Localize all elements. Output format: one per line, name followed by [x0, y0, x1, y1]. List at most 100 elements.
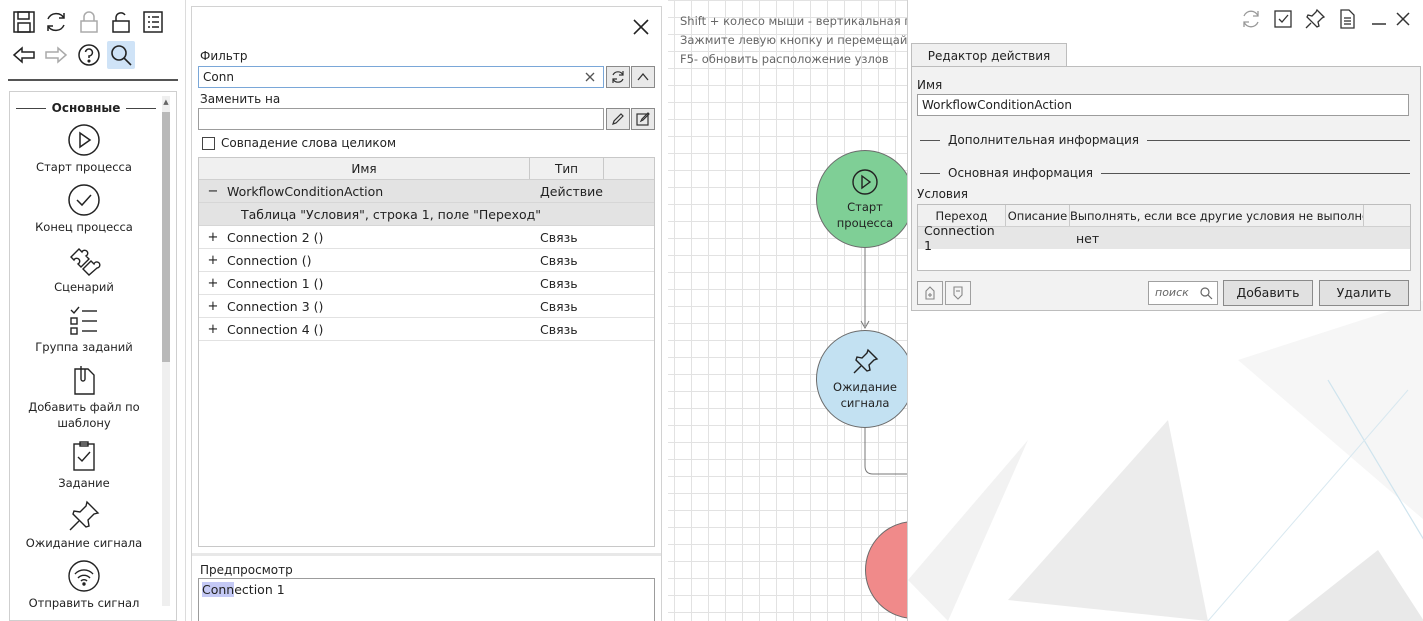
checkbox-box[interactable] — [202, 136, 215, 150]
column-header-name[interactable]: Имя — [199, 158, 530, 179]
refresh-icon — [612, 71, 624, 83]
document-icon[interactable] — [1336, 8, 1358, 30]
conditions-search-input[interactable]: поиск — [1148, 281, 1218, 305]
properties-panel: Редактор действия Имя WorkflowConditionA… — [907, 0, 1423, 621]
wifi-signal-icon — [66, 558, 102, 594]
check-circle-icon — [66, 182, 102, 218]
column-header-type[interactable]: Тип — [530, 158, 604, 179]
list-icon[interactable] — [139, 8, 167, 36]
palette-header-label: Основные — [51, 101, 121, 115]
toolbar-divider — [8, 79, 178, 81]
minimize-icon[interactable] — [1368, 8, 1390, 30]
palette-item-task[interactable]: Задание — [14, 438, 154, 491]
group-extra-info[interactable]: Дополнительная информация — [920, 133, 1410, 147]
delete-button[interactable]: Удалить — [1319, 280, 1409, 306]
row-type: Связь — [540, 321, 578, 337]
palette-item-task-group[interactable]: Группа заданий — [14, 302, 154, 355]
scroll-up-arrow-icon[interactable]: ▲ — [162, 96, 170, 108]
table-row[interactable]: + Connection 2 () Связь — [199, 226, 654, 249]
attach-file-icon — [66, 362, 102, 398]
back-arrow-icon[interactable] — [10, 41, 38, 69]
close-icon[interactable] — [629, 15, 653, 39]
pin-icon — [66, 498, 102, 534]
replace-all-button[interactable] — [631, 108, 655, 130]
palette-item-label: Отправить сигнал — [28, 596, 140, 610]
node-start-process[interactable]: Старт процесса — [816, 150, 908, 248]
forward-arrow-icon[interactable] — [42, 41, 70, 69]
group-main-info[interactable]: Основная информация — [920, 166, 1410, 180]
row-name: Connection 1 () — [227, 275, 324, 291]
close-icon[interactable] — [1392, 8, 1414, 30]
palette-item-send-signal[interactable]: Отправить сигнал — [14, 558, 154, 611]
insert-above-icon — [925, 286, 935, 300]
expand-toggle[interactable]: + — [199, 230, 227, 245]
preview-text: ection 1 — [234, 582, 285, 597]
table-row[interactable]: + Connection 1 () Связь — [199, 272, 654, 295]
left-toolbar: Основные Старт процесса Конец процесса С… — [0, 0, 186, 621]
save-icon[interactable] — [10, 8, 38, 36]
action-editor: Имя WorkflowConditionAction Дополнительн… — [911, 66, 1421, 311]
row-name: Connection 2 () — [227, 229, 324, 245]
preview-label: Предпросмотр — [200, 563, 293, 577]
palette-item-add-file[interactable]: Добавить файл по шаблону — [14, 362, 154, 431]
palette-item-end[interactable]: Конец процесса — [14, 182, 154, 235]
filter-input-value: Conn — [203, 70, 234, 84]
table-row[interactable]: − WorkflowConditionAction Действие — [199, 180, 654, 203]
row-type: Связь — [540, 275, 578, 291]
clear-icon[interactable] — [583, 70, 597, 84]
find-previous-button[interactable] — [631, 66, 655, 88]
workflow-canvas[interactable]: Shift + колесо мыши - вертикальная про З… — [668, 0, 908, 621]
play-circle-icon — [66, 122, 102, 158]
unlock-icon[interactable] — [107, 8, 135, 36]
connection-wait-next[interactable] — [864, 428, 908, 475]
expand-toggle[interactable]: + — [199, 322, 227, 337]
table-row[interactable]: + Connection 3 () Связь — [199, 295, 654, 318]
column-header-otherwise[interactable]: Выполнять, если все другие условия не вы… — [1070, 205, 1364, 226]
find-refresh-button[interactable] — [606, 66, 630, 88]
pencil-icon — [612, 113, 624, 125]
table-row[interactable]: Connection 1 нет — [918, 223, 1410, 253]
palette-item-wait-signal[interactable]: Ожидание сигнала — [14, 498, 154, 551]
tab-action-editor[interactable]: Редактор действия — [911, 43, 1067, 67]
help-icon[interactable] — [75, 41, 103, 69]
expand-toggle[interactable]: + — [199, 299, 227, 314]
expand-toggle[interactable]: + — [199, 276, 227, 291]
pin-icon[interactable] — [1304, 8, 1326, 30]
add-button[interactable]: Добавить — [1223, 280, 1313, 306]
filter-input[interactable]: Conn — [198, 66, 604, 88]
name-input[interactable]: WorkflowConditionAction — [917, 94, 1409, 116]
search-placeholder: поиск — [1155, 286, 1189, 299]
conditions-table: Переход Описание Выполнять, если все дру… — [917, 204, 1411, 271]
cell-otherwise: нет — [1076, 230, 1100, 246]
palette-item-label: Старт процесса — [36, 160, 132, 174]
node-wait-signal[interactable]: Ожидание сигнала — [816, 330, 908, 428]
chevron-up-icon — [637, 72, 649, 81]
palette-item-start[interactable]: Старт процесса — [14, 122, 154, 175]
preview-splitter[interactable] — [192, 553, 661, 556]
table-row[interactable]: + Connection () Связь — [199, 249, 654, 272]
search-icon[interactable] — [107, 41, 135, 69]
replace-button[interactable] — [606, 108, 630, 130]
replace-label: Заменить на — [200, 92, 281, 106]
palette-scrollbar-thumb[interactable] — [162, 112, 170, 362]
table-row[interactable]: + Connection 4 () Связь — [199, 318, 654, 341]
table-row[interactable]: Таблица "Условия", строка 1, поле "Перех… — [199, 203, 654, 226]
results-header: Имя Тип — [199, 158, 654, 180]
whole-word-checkbox[interactable]: Совпадение слова целиком — [202, 136, 396, 150]
check-box-icon[interactable] — [1272, 8, 1294, 30]
move-down-button[interactable] — [945, 281, 971, 305]
preview-box[interactable]: Connection 1 — [198, 578, 655, 621]
move-up-button[interactable] — [917, 281, 943, 305]
replace-input[interactable] — [198, 108, 604, 130]
pin-icon — [853, 348, 879, 374]
palette-item-label: Сценарий — [54, 280, 114, 294]
collapse-toggle[interactable]: − — [199, 184, 227, 199]
row-type: Связь — [540, 298, 578, 314]
refresh-icon[interactable] — [1240, 8, 1262, 30]
palette-item-script[interactable]: Сценарий — [14, 242, 154, 295]
column-header-description[interactable]: Описание — [1006, 205, 1070, 226]
edit-box-icon — [636, 112, 650, 126]
expand-toggle[interactable]: + — [199, 253, 227, 268]
refresh-icon[interactable] — [42, 8, 70, 36]
lock-icon[interactable] — [75, 8, 103, 36]
